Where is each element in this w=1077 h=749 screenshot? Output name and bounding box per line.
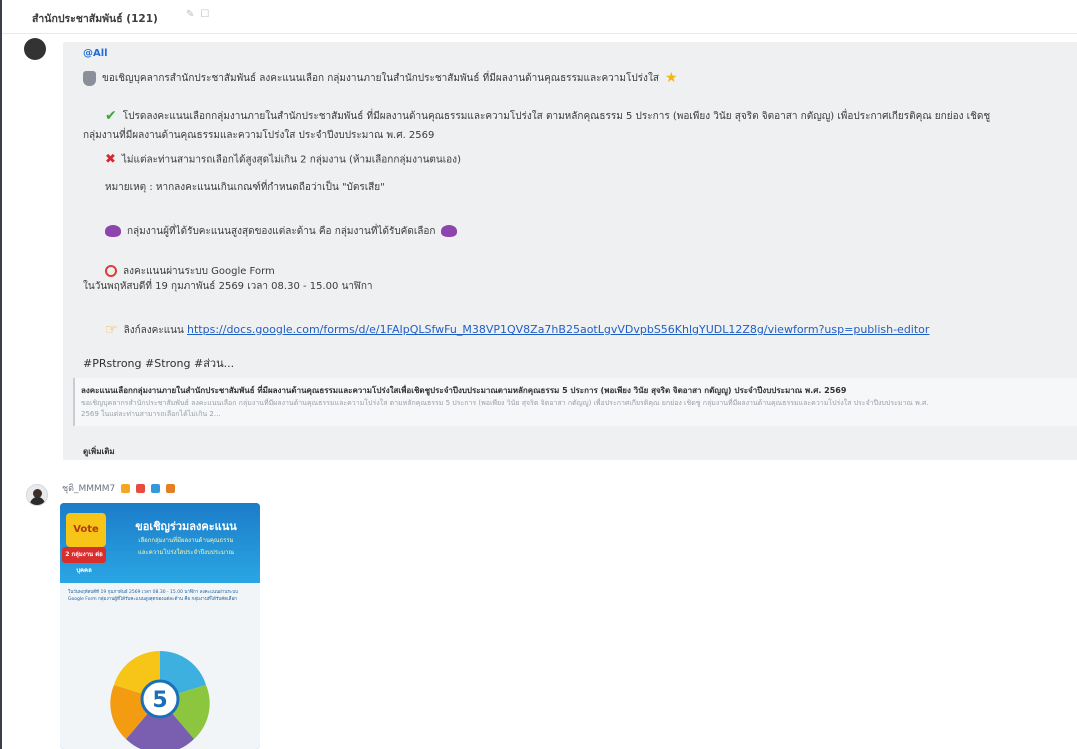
chat-header: สำนักประชาสัมพันธ์ (121) ✎☐ <box>2 0 1077 34</box>
google-form-link[interactable]: https://docs.google.com/forms/d/e/1FAIpQ… <box>187 323 929 336</box>
message-line: ในวันพฤหัสบดีที่ 19 กุมภาพันธ์ 2569 เวลา… <box>83 281 373 292</box>
message-line: กลุ่มงานผู้ที่ได้รับคะแนนสูงสุดของแต่ละด… <box>105 224 463 239</box>
crystal-ball-icon <box>105 225 121 237</box>
poster-subheading: และความโปร่งใสประจำปีงบประมาณ <box>137 549 235 556</box>
sender-avatar[interactable] <box>26 484 48 506</box>
poster-subheading: เลือกกลุ่มงานที่มีผลงานด้านคุณธรรม <box>138 537 234 544</box>
message-line: กลุ่มงานที่มีผลงานด้านคุณธรรมและความโปร่… <box>83 130 435 141</box>
badge-icon <box>150 484 160 493</box>
link-preview-title: ลงคะแนนเลือกกลุ่มงานภายในสำนักประชาสัมพั… <box>81 386 847 395</box>
message-line: หมายเหตุ : หากลงคะแนนเกินเกณฑ์ที่กำหนดถื… <box>105 182 385 193</box>
poster-body: ในวันพฤหัสบดีที่ 19 กุมภาพันธ์ 2569 เวลา… <box>60 583 260 749</box>
crystal-ball-icon <box>441 225 458 237</box>
message-line: ลงคะแนนผ่านระบบ Google Form <box>105 264 275 279</box>
poster-info-text: ในวันพฤหัสบดีที่ 19 กุมภาพันธ์ 2569 เวลา… <box>68 590 238 602</box>
sender-avatar[interactable] <box>24 38 46 60</box>
badge-icon <box>136 484 145 493</box>
alarm-clock-icon <box>105 265 117 277</box>
limit-badge: 2 กลุ่มงาน ต่อบุคคล <box>62 547 106 574</box>
check-icon: ✔ <box>105 108 117 124</box>
hashtags[interactable]: #PRstrong #Strong #ส่วน... <box>83 354 234 372</box>
link-preview-description: ขอเชิญบุคลากรสำนักประชาสัมพันธ์ ลงคะแนนเ… <box>81 399 929 418</box>
star-icon: ★ <box>664 70 678 86</box>
link-preview[interactable]: ลงคะแนนเลือกกลุ่มงานภายในสำนักประชาสัมพั… <box>73 378 1077 426</box>
pointing-hand-icon: ☞ <box>105 322 118 338</box>
message-line: ✖ ไม่แต่ละท่านสามารถเลือกได้สูงสุดไม่เกิน… <box>105 152 461 167</box>
message-line: ☞ ลิงก์ลงคะแนน https://docs.google.com/fo… <box>105 322 930 338</box>
chat-area[interactable]: @All ขอเชิญบุคลากรสำนักประชาสัมพันธ์ ลงค… <box>2 34 1077 749</box>
see-more-link[interactable]: ดูเพิ่มเติม <box>83 445 115 458</box>
pushpin-icon <box>83 70 96 86</box>
chat-title: สำนักประชาสัมพันธ์ (121) <box>32 13 158 25</box>
sender-name[interactable]: ชุติ_MMMM7 <box>62 481 175 495</box>
poster-image[interactable]: Vote 2 กลุ่มงาน ต่อบุคคล ขอเชิญร่วมลงคะแ… <box>60 503 260 749</box>
chat-header-icons[interactable]: ✎☐ <box>186 9 215 20</box>
cross-icon: ✖ <box>105 152 116 167</box>
message-bubble[interactable]: @All ขอเชิญบุคลากรสำนักประชาสัมพันธ์ ลงค… <box>63 42 1077 460</box>
badge-icon <box>121 484 131 493</box>
message-line: ✔ โปรดลงคะแนนเลือกกลุ่มงานภายในสำนักประชา… <box>105 108 991 124</box>
five-virtues-wheel: 5 <box>110 650 210 749</box>
poster-heading: ขอเชิญร่วมลงคะแนน <box>135 520 237 533</box>
vote-badge: Vote <box>66 513 106 547</box>
poster-header: Vote 2 กลุ่มงาน ต่อบุคคล ขอเชิญร่วมลงคะแ… <box>60 503 260 583</box>
wheel-number: 5 <box>152 688 167 713</box>
mention-all[interactable]: @All <box>83 48 108 59</box>
badge-icon <box>165 484 175 493</box>
message-line: ขอเชิญบุคลากรสำนักประชาสัมพันธ์ ลงคะแนนเ… <box>83 70 678 86</box>
